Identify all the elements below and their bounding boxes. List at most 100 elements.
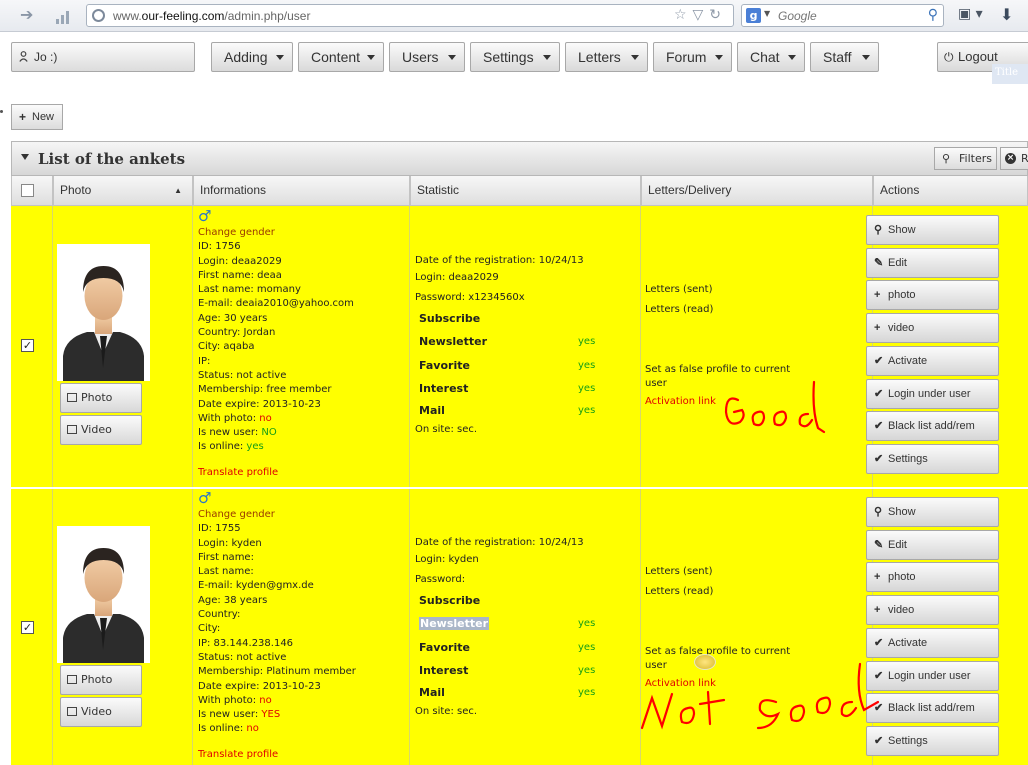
change-gender-link[interactable]: Change gender: [198, 508, 356, 522]
filters-button[interactable]: ⚲ Filters: [934, 147, 997, 170]
action-label: video: [888, 322, 915, 335]
engine-dropdown-icon[interactable]: ▼: [764, 9, 770, 18]
forward-arrow-icon[interactable]: ➔: [20, 6, 38, 24]
download-icon[interactable]: ⬇: [1000, 5, 1013, 24]
url-bar[interactable]: www.our-feeling.com/admin.php/user ☆▽↻: [86, 4, 734, 27]
info-login: Login: kyden: [198, 537, 262, 549]
activate-button[interactable]: ✔ Activate: [866, 345, 999, 376]
male-gender-icon[interactable]: ♂: [198, 207, 211, 225]
menu-forum[interactable]: Forum: [653, 42, 732, 72]
menu-chat[interactable]: Chat: [737, 42, 805, 72]
add-photo-button[interactable]: + photo: [866, 280, 999, 311]
user-settings-button[interactable]: ✔ Settings: [866, 443, 999, 474]
login-under-user-button[interactable]: ✔ Login under user: [866, 660, 999, 691]
newsletter-label: Newsletter: [419, 335, 488, 348]
edit-button[interactable]: ✎ Edit: [866, 529, 999, 560]
avatar[interactable]: [57, 526, 150, 663]
video-button[interactable]: Video: [60, 697, 142, 727]
action-label: Black list add/rem: [888, 702, 975, 715]
image-icon: [67, 393, 77, 402]
letters-sent-link[interactable]: Letters (sent): [645, 565, 712, 579]
collapse-toggle-icon[interactable]: [21, 154, 29, 160]
action-label: Black list add/rem: [888, 420, 975, 433]
bookmarks-icon[interactable]: ▣ ▾: [958, 6, 986, 24]
avatar[interactable]: [57, 244, 150, 381]
favorite-value[interactable]: yes: [578, 642, 595, 653]
show-button[interactable]: ⚲ Show: [866, 497, 999, 527]
info-membership: Membership: Platinum member: [198, 666, 356, 678]
logout-label: Logout: [958, 49, 998, 64]
menu-content[interactable]: Content: [298, 42, 384, 72]
show-button[interactable]: ⚲ Show: [866, 215, 999, 245]
stat-login: Login: kyden: [415, 554, 479, 565]
with-photo-label: With photo:: [198, 412, 257, 424]
action-label: Edit: [888, 538, 907, 551]
menu-staff[interactable]: Staff: [810, 42, 879, 72]
col-statistic-label: Statistic: [417, 183, 460, 197]
letters-read-link[interactable]: Letters (read): [645, 303, 713, 317]
url-actions-icons[interactable]: ☆▽↻: [674, 7, 727, 23]
interest-value[interactable]: yes: [578, 383, 595, 394]
row-checkbox[interactable]: ✓: [21, 339, 34, 352]
info-first-name: First name: deaa: [198, 269, 282, 281]
add-video-button[interactable]: + video: [866, 313, 999, 344]
mail-value[interactable]: yes: [578, 405, 595, 416]
search-icon[interactable]: ⚲: [928, 7, 938, 23]
select-all-checkbox[interactable]: [21, 184, 34, 197]
sort-icon[interactable]: ▲: [174, 176, 182, 205]
translate-profile-link[interactable]: Translate profile: [198, 467, 278, 478]
translate-profile-link[interactable]: Translate profile: [198, 749, 278, 760]
new-button[interactable]: + New: [11, 104, 63, 130]
edit-button[interactable]: ✎ Edit: [866, 247, 999, 278]
menu-settings[interactable]: Settings: [470, 42, 560, 72]
menu-label: Staff: [823, 49, 852, 65]
title-ghost: Title: [992, 64, 1028, 84]
login-under-user-button[interactable]: ✔ Login under user: [866, 378, 999, 409]
menu-adding[interactable]: Adding: [211, 42, 293, 72]
blacklist-button[interactable]: ✔ Black list add/rem: [866, 693, 999, 724]
col-photo[interactable]: Photo ▲: [53, 176, 193, 206]
check-icon: ✔: [874, 452, 884, 465]
cell-letters: [641, 206, 873, 487]
search-engine-icon[interactable]: g: [746, 8, 761, 23]
activation-link[interactable]: Activation link: [645, 678, 716, 689]
check-icon: ✔: [874, 354, 884, 367]
interest-value[interactable]: yes: [578, 665, 595, 676]
action-label: Login under user: [888, 669, 971, 682]
chevron-down-icon: [448, 55, 456, 60]
search-bar[interactable]: g ▼ Google ⚲: [741, 4, 944, 27]
blacklist-button[interactable]: ✔ Black list add/rem: [866, 411, 999, 442]
add-photo-button[interactable]: + photo: [866, 562, 999, 593]
false-profile-link[interactable]: Set as false profile to current user: [645, 363, 795, 391]
photo-button[interactable]: Photo: [60, 665, 142, 695]
change-gender-link[interactable]: Change gender: [198, 226, 354, 240]
row-checkbox[interactable]: ✓: [21, 621, 34, 634]
action-label: Activate: [888, 354, 928, 367]
video-button[interactable]: Video: [60, 415, 142, 445]
stat-login: Login: deaa2029: [415, 272, 499, 283]
is-online-value: yes: [246, 441, 264, 453]
add-video-button[interactable]: + video: [866, 595, 999, 626]
chat-bubble-icon[interactable]: [694, 654, 716, 670]
reset-button[interactable]: × R: [1000, 147, 1028, 170]
info-date-expire: Date expire: 2013-10-23: [198, 398, 321, 410]
male-gender-icon[interactable]: ♂: [198, 489, 211, 507]
newsletter-value[interactable]: yes: [578, 618, 595, 629]
activate-button[interactable]: ✔ Activate: [866, 627, 999, 658]
menu-users[interactable]: Users: [389, 42, 465, 72]
col-actions: Actions: [873, 176, 1028, 206]
menu-letters[interactable]: Letters: [565, 42, 648, 72]
plus-icon: +: [874, 571, 881, 584]
activation-link[interactable]: Activation link: [645, 396, 716, 407]
false-profile-link[interactable]: Set as false profile to current user: [645, 645, 795, 673]
photo-button[interactable]: Photo: [60, 383, 142, 413]
newsletter-value[interactable]: yes: [578, 336, 595, 347]
letters-read-link[interactable]: Letters (read): [645, 585, 713, 599]
with-photo-value: no: [259, 694, 272, 706]
favorite-value[interactable]: yes: [578, 360, 595, 371]
mail-value[interactable]: yes: [578, 687, 595, 698]
avatar-silhouette-icon: [57, 526, 150, 663]
letters-sent-link[interactable]: Letters (sent): [645, 283, 712, 297]
user-settings-button[interactable]: ✔ Settings: [866, 725, 999, 756]
current-user-box[interactable]: Jo :): [11, 42, 195, 72]
